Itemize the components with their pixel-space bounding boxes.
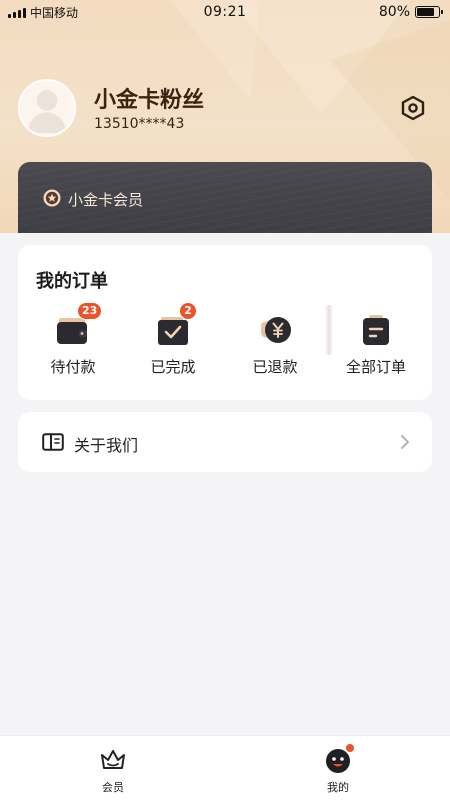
book-icon (42, 433, 64, 451)
notification-dot (346, 744, 354, 752)
tab-icon-wrapper (99, 746, 127, 774)
order-label: 全部订单 (345, 358, 406, 376)
avatar[interactable] (18, 79, 76, 137)
clipboard-icon (363, 315, 389, 345)
username: 小金卡粉丝 (94, 88, 205, 113)
settings-icon[interactable] (400, 95, 426, 121)
order-label: 待付款 (50, 358, 96, 376)
bottom-tab-bar: 会员 我的 (0, 735, 450, 800)
orders-divider (325, 305, 333, 355)
tab-mine[interactable]: 我的 (308, 744, 368, 795)
order-all[interactable]: 全部订单 (336, 310, 416, 377)
battery-fill (417, 8, 434, 16)
tab-label: 会员 (102, 781, 124, 794)
battery-percent: 80% (378, 4, 410, 20)
completed-count-badge: 2 (179, 302, 197, 320)
order-label: 已退款 (252, 358, 298, 376)
yuan-coin-icon (261, 317, 291, 343)
order-refunded[interactable]: 已退款 (235, 310, 315, 377)
phone-number: 13510****43 (94, 116, 185, 132)
tab-icon-wrapper (324, 744, 354, 774)
about-us-row[interactable]: 关于我们 (18, 412, 432, 472)
tab-member[interactable]: 会员 (83, 746, 143, 795)
crown-icon (101, 750, 125, 769)
member-card[interactable]: 小金卡会员 (18, 162, 432, 237)
chevron-right-icon (401, 435, 409, 449)
orders-title: 我的订单 (36, 271, 108, 292)
member-star-badge-icon (43, 189, 61, 207)
user-silhouette-icon (27, 90, 67, 133)
order-icon-wrapper (356, 310, 396, 350)
status-right: 80% (378, 4, 443, 20)
order-icon-wrapper: 23 (53, 302, 103, 350)
my-orders-card: 我的订单 23 待付款 2 已完成 已退款 全部订单 (18, 245, 432, 400)
battery-icon (415, 6, 443, 18)
member-card-label: 小金卡会员 (68, 191, 144, 209)
order-icon-wrapper: 2 (153, 302, 197, 350)
order-completed[interactable]: 2 已完成 (133, 302, 213, 377)
pending-count-badge: 23 (77, 302, 103, 320)
order-pending-payment[interactable]: 23 待付款 (33, 302, 113, 377)
order-label: 已完成 (150, 358, 196, 376)
about-us-label: 关于我们 (74, 436, 139, 455)
tab-label: 我的 (327, 781, 349, 794)
order-icon-wrapper (255, 310, 295, 350)
status-bar: 中国移动 09:21 80% (0, 0, 450, 24)
